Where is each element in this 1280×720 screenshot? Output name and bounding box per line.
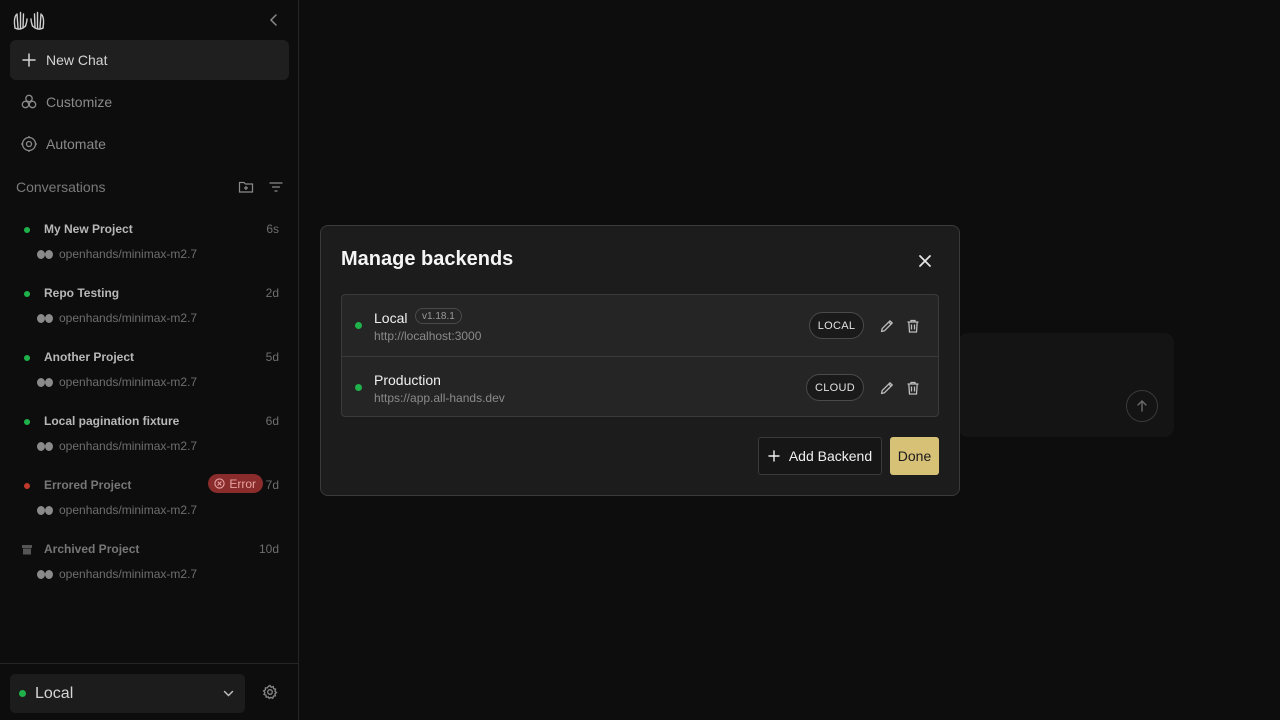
conversation-name: Repo Testing (44, 286, 120, 300)
chevron-down-icon (223, 690, 234, 697)
done-label: Done (897, 448, 932, 464)
conversation-model: openhands/minimax-m2.7 (36, 375, 197, 389)
conversation-model: openhands/minimax-m2.7 (36, 439, 197, 453)
plus-icon (22, 53, 36, 67)
conversation-model-label: openhands/minimax-m2.7 (59, 311, 198, 325)
conversation-model-label: openhands/minimax-m2.7 (59, 375, 198, 389)
conversation-name: Errored Project (44, 478, 132, 492)
backend-selector[interactable]: Local (10, 674, 245, 713)
openhands-logo-icon[interactable] (12, 8, 46, 32)
delete-backend-button[interactable] (904, 379, 922, 397)
conversation-item[interactable]: My New Project 6s openhands/minimax-m2.7 (20, 222, 284, 270)
backend-status-dot (355, 384, 362, 391)
sidebar: New Chat Customize Automate Conversation… (0, 0, 299, 720)
close-button[interactable] (914, 250, 936, 272)
new-chat-button[interactable]: New Chat (10, 40, 289, 80)
gear-icon[interactable] (262, 684, 278, 700)
automate-icon (21, 136, 37, 152)
conversation-item[interactable]: Repo Testing 2d openhands/minimax-m2.7 (20, 286, 284, 334)
nav-automate-label: Automate (46, 136, 106, 152)
nav-automate[interactable]: Automate (20, 134, 106, 154)
backend-status-dot (355, 322, 362, 329)
add-backend-label: Add Backend (788, 448, 873, 464)
backend-row[interactable]: Production https://app.all-hands.dev CLO… (342, 356, 938, 417)
pencil-icon (880, 320, 893, 333)
error-badge: Error (208, 474, 263, 493)
error-badge-label: Error (229, 476, 256, 491)
conversation-model: openhands/minimax-m2.7 (36, 567, 197, 581)
trash-icon (907, 381, 919, 395)
version-badge: v1.18.1 (415, 308, 462, 324)
conversation-model: openhands/minimax-m2.7 (36, 503, 197, 517)
nav-customize-label: Customize (46, 94, 113, 110)
customize-icon (21, 94, 37, 109)
filter-icon[interactable] (268, 179, 284, 195)
status-dot (24, 419, 30, 425)
status-dot (24, 227, 30, 233)
conversations-header: Conversations (16, 178, 284, 196)
backend-status-dot (19, 690, 26, 697)
openhands-small-icon (37, 506, 53, 515)
pencil-icon (880, 382, 893, 395)
collapse-sidebar-icon[interactable] (266, 12, 282, 28)
conversation-item[interactable]: Errored Project Error 7d openhands/minim… (20, 474, 284, 526)
manage-backends-dialog: Manage backends Local v1.18.1 http://loc… (320, 225, 960, 496)
nav-customize[interactable]: Customize (20, 92, 112, 112)
backend-selector-label: Local (35, 684, 74, 702)
conversation-item[interactable]: Local pagination fixture 6d openhands/mi… (20, 414, 284, 462)
trash-icon (907, 319, 919, 333)
new-chat-label: New Chat (46, 52, 108, 68)
edit-backend-button[interactable] (878, 379, 896, 397)
conversation-model: openhands/minimax-m2.7 (36, 311, 197, 325)
plus-icon (768, 450, 780, 462)
conversation-model-label: openhands/minimax-m2.7 (59, 567, 198, 581)
dialog-title: Manage backends (341, 248, 514, 270)
conversation-model-label: openhands/minimax-m2.7 (59, 247, 198, 261)
backend-name: Production (374, 372, 441, 388)
delete-backend-button[interactable] (904, 317, 922, 335)
conversation-time: 6d (265, 414, 279, 428)
backend-row[interactable]: Local v1.18.1 http://localhost:3000 LOCA… (342, 295, 938, 356)
conversation-time: 10d (258, 542, 279, 556)
conversation-model: openhands/minimax-m2.7 (36, 247, 197, 261)
arrow-up-icon (1137, 400, 1147, 412)
conversation-time: 7d (265, 478, 279, 492)
openhands-small-icon (37, 378, 53, 387)
openhands-small-icon (37, 250, 53, 259)
openhands-small-icon (37, 314, 53, 323)
archive-icon (22, 545, 32, 555)
openhands-small-icon (37, 570, 53, 579)
conversation-time: 5d (265, 350, 279, 364)
conversation-name: Local pagination fixture (44, 414, 180, 428)
backend-url: https://app.all-hands.dev (374, 391, 505, 405)
status-dot (24, 355, 30, 361)
backend-type-tag: LOCAL (809, 312, 864, 339)
conversation-name: Archived Project (44, 542, 140, 556)
error-circle-icon (214, 478, 225, 489)
backend-url: http://localhost:3000 (374, 329, 482, 343)
conversation-model-label: openhands/minimax-m2.7 (59, 439, 198, 453)
backend-list: Local v1.18.1 http://localhost:3000 LOCA… (341, 294, 939, 417)
conversation-time: 6s (266, 222, 279, 236)
sidebar-footer: Local (0, 663, 299, 720)
add-backend-button[interactable]: Add Backend (758, 437, 882, 475)
conversation-item[interactable]: Archived Project 10d openhands/minimax-m… (20, 542, 284, 590)
conversation-name: Another Project (44, 350, 135, 364)
conversation-time: 2d (265, 286, 279, 300)
backend-name: Local (374, 310, 408, 326)
conversation-model-label: openhands/minimax-m2.7 (59, 503, 198, 517)
send-button[interactable] (1126, 390, 1158, 422)
edit-backend-button[interactable] (878, 317, 896, 335)
backend-type-tag: CLOUD (806, 374, 864, 401)
openhands-small-icon (37, 442, 53, 451)
new-folder-icon[interactable] (238, 179, 254, 195)
close-icon (919, 255, 931, 267)
conversation-name: My New Project (44, 222, 133, 236)
status-dot (24, 483, 30, 489)
conversation-item[interactable]: Another Project 5d openhands/minimax-m2.… (20, 350, 284, 398)
conversations-title: Conversations (16, 179, 106, 195)
done-button[interactable]: Done (890, 437, 939, 475)
status-dot (24, 291, 30, 297)
